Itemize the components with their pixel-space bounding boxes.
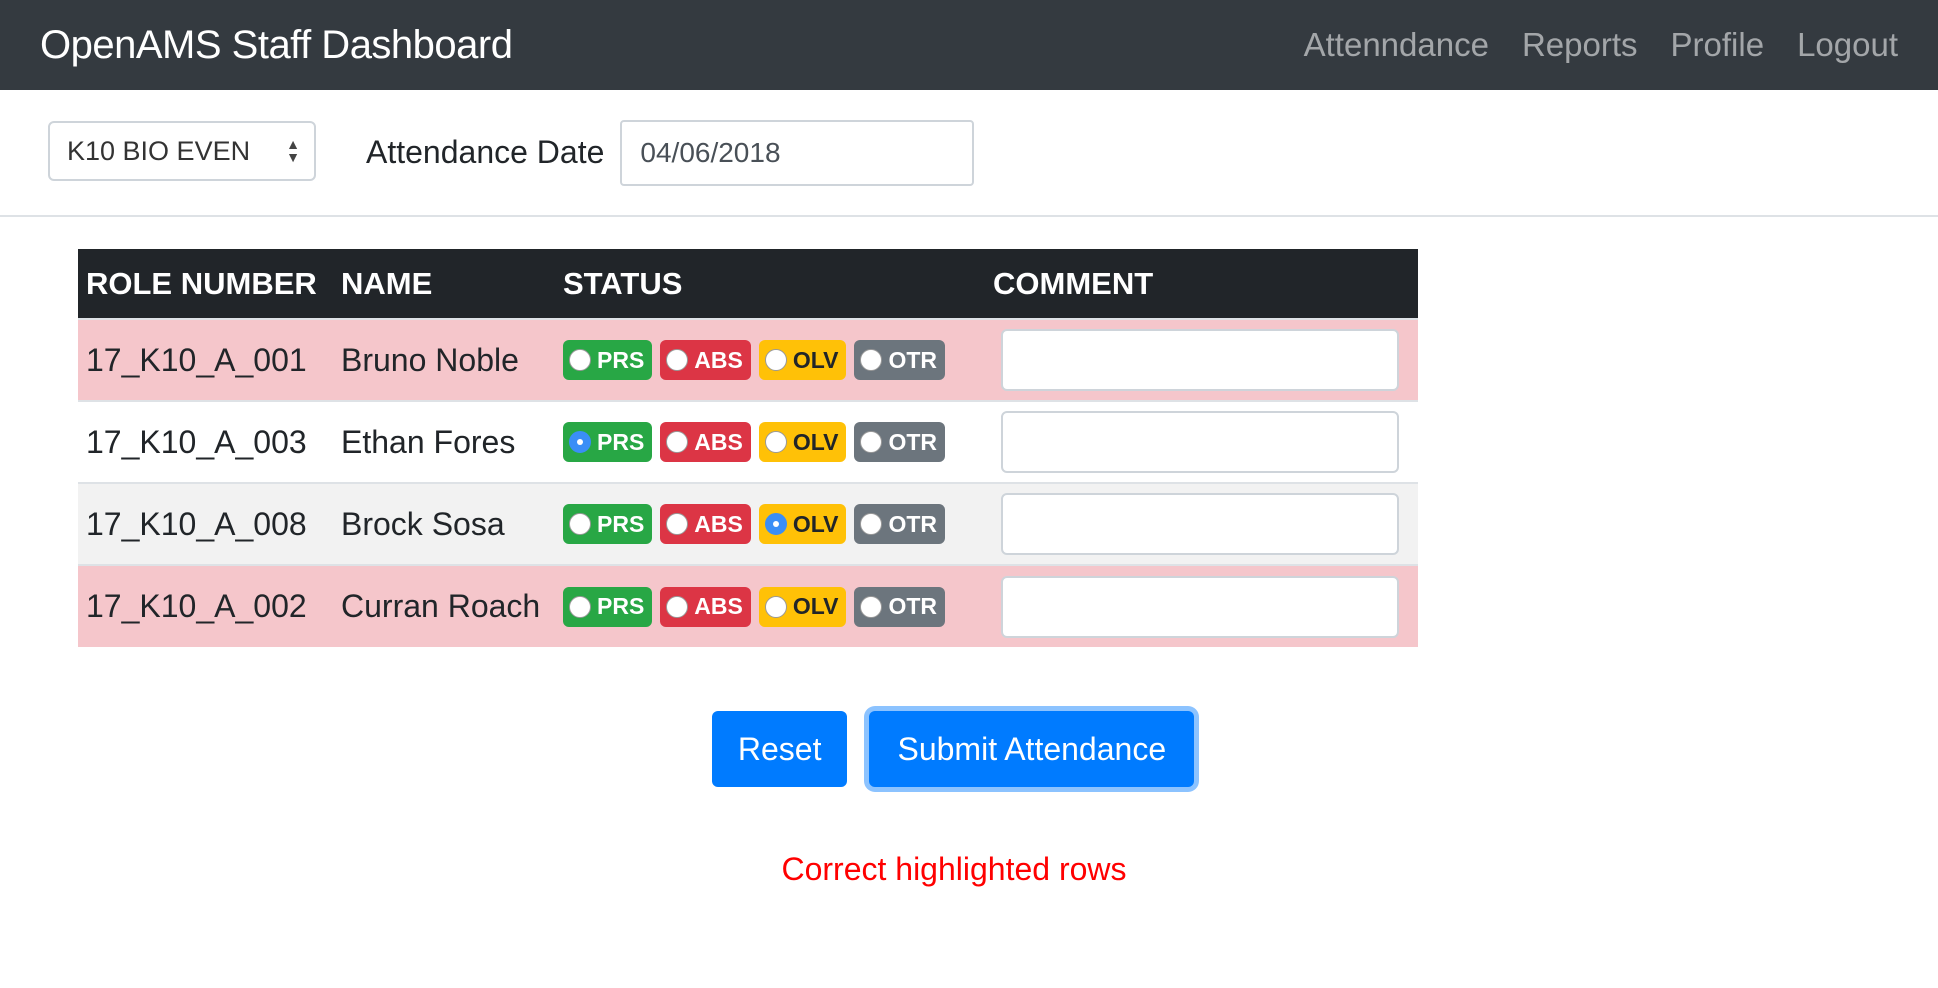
radio-button[interactable] — [666, 513, 689, 536]
radio-button[interactable] — [569, 349, 591, 372]
radio-button[interactable] — [569, 513, 591, 536]
comment-input[interactable] — [1001, 575, 1399, 638]
status-option-abs[interactable]: ABS — [660, 422, 751, 463]
comment-cell — [985, 564, 1418, 647]
comment-cell — [985, 482, 1418, 565]
radio-button[interactable] — [666, 349, 689, 372]
table-row: 17_K10_A_008 Brock Sosa PRS ABS OLV OTR — [78, 482, 1418, 565]
student-name-cell: Bruno Noble — [333, 318, 555, 401]
validation-message: Correct highlighted rows — [781, 851, 1127, 887]
status-option-otr[interactable]: OTR — [854, 504, 945, 545]
student-name-cell: Curran Roach — [333, 564, 555, 647]
status-option-prs[interactable]: PRS — [563, 504, 653, 545]
action-buttons: Reset Submit Attendance — [0, 711, 1938, 787]
radio-button[interactable] — [569, 431, 591, 454]
attendance-controls: K10 BIO EVEN ▲ ▼ Attendance Date — [0, 90, 1938, 217]
role-number-cell: 17_K10_A_003 — [78, 400, 333, 483]
header-comment: COMMENT — [985, 249, 1418, 319]
status-option-prs[interactable]: PRS — [563, 422, 653, 463]
status-option-label: OTR — [888, 510, 937, 537]
comment-cell — [985, 400, 1418, 483]
radio-button[interactable] — [860, 513, 883, 536]
nav-links: Attenndance Reports Profile Logout — [1304, 26, 1898, 64]
status-option-label: OLV — [792, 428, 839, 455]
status-option-olv[interactable]: OLV — [758, 340, 847, 381]
class-select[interactable]: K10 BIO EVEN ▲ ▼ — [48, 121, 316, 181]
header-name: NAME — [333, 249, 555, 319]
comment-input[interactable] — [1001, 329, 1399, 391]
status-option-otr[interactable]: OTR — [854, 422, 945, 463]
attendance-table: ROLE NUMBER NAME STATUS COMMENT 17_K10_A… — [78, 249, 1418, 647]
radio-button[interactable] — [666, 595, 689, 618]
comment-input[interactable] — [1001, 493, 1399, 555]
comment-cell — [985, 318, 1418, 401]
app-brand[interactable]: OpenAMS Staff Dashboard — [40, 23, 513, 68]
class-select-value: K10 BIO EVEN — [67, 135, 251, 166]
status-option-prs[interactable]: PRS — [563, 340, 653, 381]
radio-button[interactable] — [764, 513, 787, 536]
status-option-label: PRS — [597, 510, 645, 537]
radio-button[interactable] — [860, 595, 883, 618]
status-option-label: OTR — [888, 428, 937, 455]
header-role-number: ROLE NUMBER — [78, 249, 333, 319]
status-option-label: ABS — [694, 510, 743, 537]
nav-link-logout[interactable]: Logout — [1797, 26, 1898, 64]
status-option-label: PRS — [597, 346, 645, 373]
radio-button[interactable] — [764, 595, 787, 618]
status-cell: PRS ABS OLV OTR — [555, 318, 985, 401]
status-option-otr[interactable]: OTR — [854, 340, 945, 381]
role-number-cell: 17_K10_A_008 — [78, 482, 333, 565]
status-option-label: ABS — [694, 428, 743, 455]
table-header-row: ROLE NUMBER NAME STATUS COMMENT — [78, 249, 1418, 319]
status-option-abs[interactable]: ABS — [660, 586, 751, 627]
top-navbar: OpenAMS Staff Dashboard Attenndance Repo… — [0, 0, 1938, 90]
status-option-label: OTR — [888, 593, 937, 620]
status-option-label: PRS — [597, 428, 645, 455]
role-number-cell: 17_K10_A_002 — [78, 564, 333, 647]
status-option-prs[interactable]: PRS — [563, 586, 653, 627]
status-option-olv[interactable]: OLV — [758, 422, 847, 463]
role-number-cell: 17_K10_A_001 — [78, 318, 333, 401]
status-cell: PRS ABS OLV OTR — [555, 400, 985, 483]
status-option-olv[interactable]: OLV — [758, 504, 847, 545]
status-option-label: ABS — [694, 346, 743, 373]
submit-attendance-button[interactable]: Submit Attendance — [869, 711, 1195, 787]
radio-button[interactable] — [860, 431, 883, 454]
table-row: 17_K10_A_002 Curran Roach PRS ABS OLV OTR — [78, 564, 1418, 647]
status-option-label: OLV — [792, 510, 839, 537]
status-option-label: OLV — [792, 593, 839, 620]
reset-button[interactable]: Reset — [711, 711, 848, 787]
status-cell: PRS ABS OLV OTR — [555, 564, 985, 647]
radio-button[interactable] — [666, 431, 689, 454]
student-name-cell: Ethan Fores — [333, 400, 555, 483]
date-label: Attendance Date — [366, 134, 605, 170]
status-option-label: PRS — [597, 593, 645, 620]
table-body: 17_K10_A_001 Bruno Noble PRS ABS OLV OTR 17_K1… — [78, 318, 1418, 647]
radio-button[interactable] — [764, 431, 787, 454]
status-option-label: ABS — [694, 593, 743, 620]
nav-link-attendance[interactable]: Attenndance — [1304, 26, 1489, 64]
status-option-label: OLV — [792, 346, 839, 373]
status-option-olv[interactable]: OLV — [758, 586, 847, 627]
attendance-table-container: ROLE NUMBER NAME STATUS COMMENT 17_K10_A… — [78, 249, 1418, 647]
nav-link-profile[interactable]: Profile — [1671, 26, 1765, 64]
comment-input[interactable] — [1001, 411, 1399, 473]
radio-button[interactable] — [764, 349, 787, 372]
radio-button[interactable] — [860, 349, 883, 372]
status-option-abs[interactable]: ABS — [660, 340, 751, 381]
status-cell: PRS ABS OLV OTR — [555, 482, 985, 565]
radio-button[interactable] — [569, 595, 591, 618]
select-arrows-icon: ▲ ▼ — [286, 136, 300, 165]
table-row: 17_K10_A_003 Ethan Fores PRS ABS OLV OTR — [78, 400, 1418, 483]
date-input[interactable] — [620, 119, 975, 186]
nav-link-reports[interactable]: Reports — [1522, 26, 1638, 64]
status-option-label: OTR — [888, 346, 937, 373]
table-row: 17_K10_A_001 Bruno Noble PRS ABS OLV OTR — [78, 318, 1418, 401]
header-status: STATUS — [555, 249, 985, 319]
status-option-abs[interactable]: ABS — [660, 504, 751, 545]
status-option-otr[interactable]: OTR — [854, 586, 945, 627]
student-name-cell: Brock Sosa — [333, 482, 555, 565]
